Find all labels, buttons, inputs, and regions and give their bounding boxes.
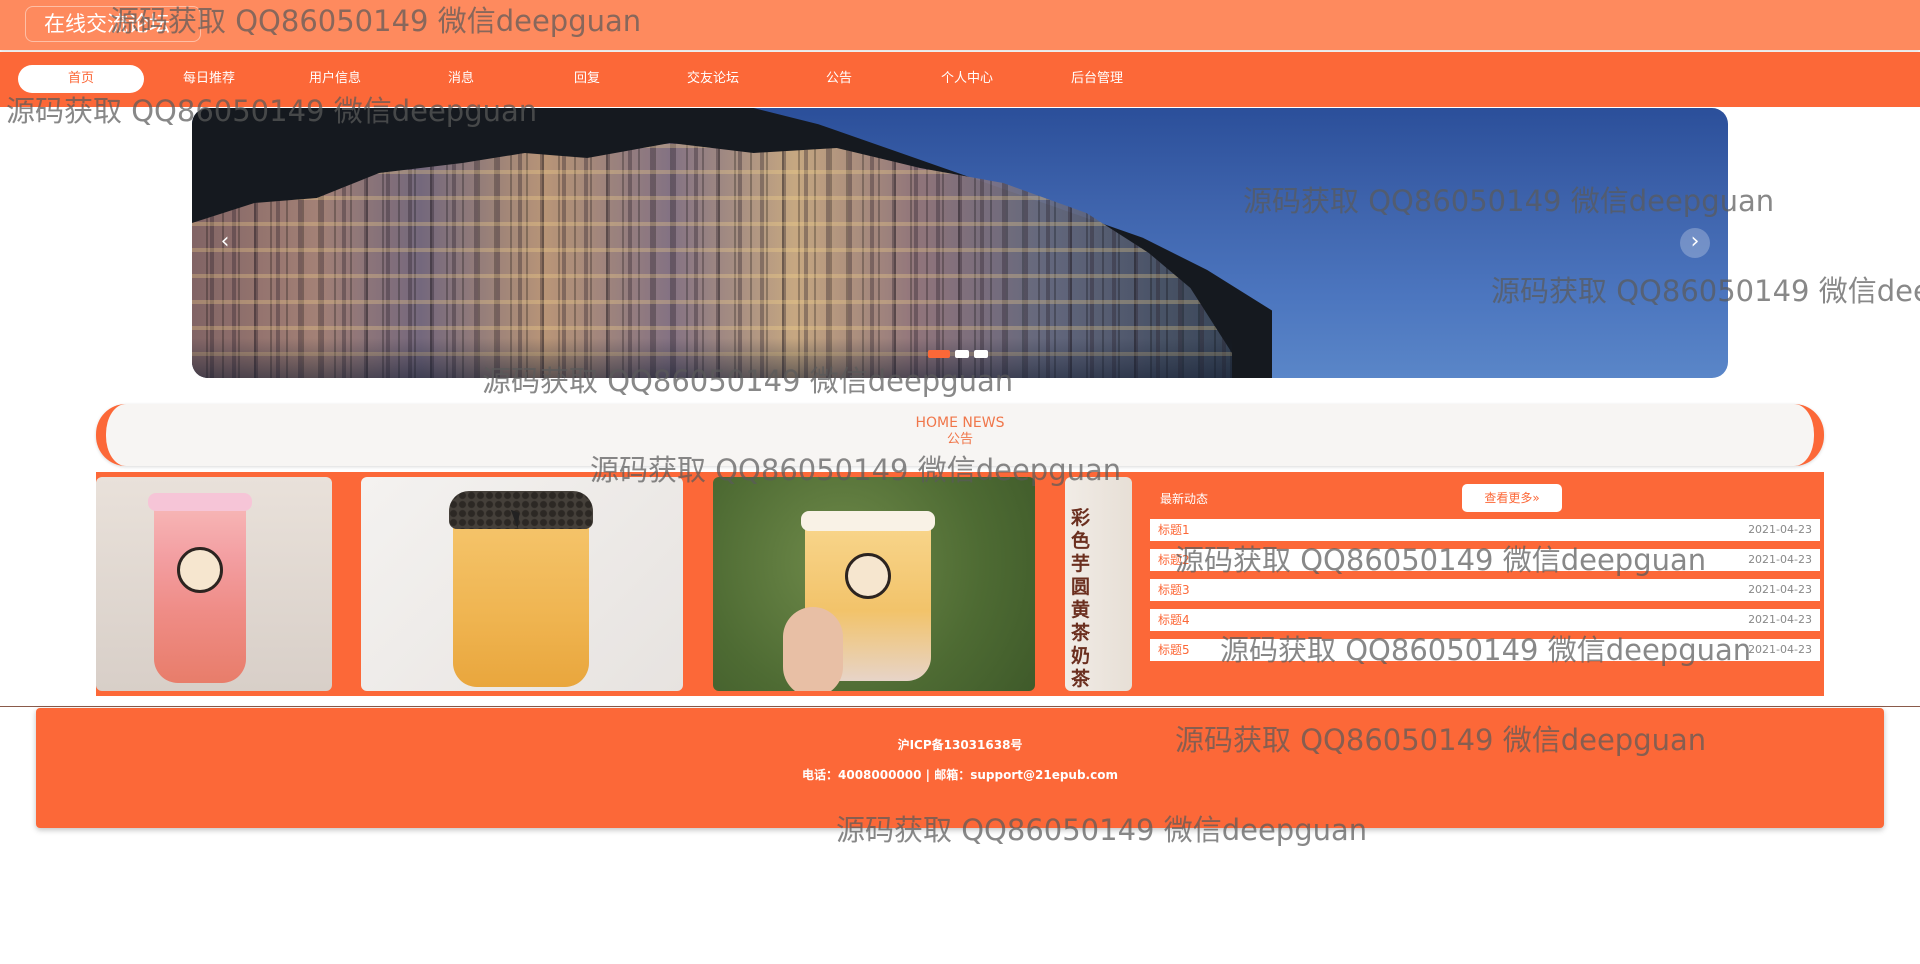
nav-item-personal-center[interactable]: 个人中心 [904,65,1030,93]
footer-icp: 沪ICP备13031638号 [897,738,1023,752]
main-nav: 首页 每日推荐 用户信息 消息 回复 交友论坛 公告 个人中心 后台管理 [0,52,1920,107]
news-item-date: 2021-04-23 [1748,613,1812,626]
product-image-3[interactable] [713,477,1035,691]
divider [0,706,1920,707]
news-item-title: 标题3 [1158,583,1190,597]
footer: 沪ICP备13031638号 电话：4008000000 | 邮箱：suppor… [36,708,1884,828]
carousel-indicators [928,350,993,358]
nav-item-announcements[interactable]: 公告 [776,65,902,93]
drink-cup-image [148,493,252,683]
product-image-2[interactable] [361,477,683,691]
nav-item-forum[interactable]: 交友论坛 [650,65,776,93]
view-more-button[interactable]: 查看更多» [1462,484,1562,512]
carousel-dot-2[interactable] [955,350,969,358]
news-item[interactable]: 标题1 2021-04-23 [1150,519,1820,541]
content-area: 彩色芋圆黄茶奶茶 最新动态 查看更多» 标题1 2021-04-23 标题2 2… [96,472,1824,696]
news-item-date: 2021-04-23 [1748,643,1812,656]
product-image-1[interactable] [96,477,332,691]
news-item-title: 标题1 [1158,523,1190,537]
nav-item-messages[interactable]: 消息 [398,65,524,93]
news-item-date: 2021-04-23 [1748,523,1812,536]
brand-logo-icon [177,547,223,593]
nav-item-home[interactable]: 首页 [18,65,144,93]
nav-item-admin[interactable]: 后台管理 [1034,65,1160,93]
news-title: 最新动态 [1160,492,1209,506]
news-item[interactable]: 标题3 2021-04-23 [1150,579,1820,601]
product-vertical-title: 彩色芋圆黄茶奶茶 [1071,507,1091,690]
site-title[interactable]: 在线交流论坛 [25,6,201,42]
news-item-title: 标题5 [1158,643,1190,657]
carousel-dot-3[interactable] [974,350,988,358]
brand-logo-icon [845,553,891,599]
section-title-en: HOME NEWS [915,415,1005,431]
nav-item-user-info[interactable]: 用户信息 [272,65,398,93]
carousel-dot-1[interactable] [928,350,950,358]
news-item-date: 2021-04-23 [1748,553,1812,566]
section-title-cn[interactable]: 公告 [106,431,1814,449]
news-item-date: 2021-04-23 [1748,583,1812,596]
section-header: HOME NEWS 公告 [96,404,1824,466]
product-image-4[interactable]: 彩色芋圆黄茶奶茶 [1065,477,1132,691]
nav-item-replies[interactable]: 回复 [524,65,650,93]
drink-cup-image [449,491,593,687]
news-item[interactable]: 标题2 2021-04-23 [1150,549,1820,571]
news-item-title: 标题2 [1158,553,1190,567]
news-item[interactable]: 标题5 2021-04-23 [1150,639,1820,661]
footer-contact: 电话：4008000000 | 邮箱：support@21epub.com [802,768,1118,782]
banner-carousel[interactable]: ‹ › [192,108,1728,378]
chevron-left-icon[interactable]: ‹ [210,228,240,258]
chevron-right-icon[interactable]: › [1680,228,1710,258]
hand-image [783,607,843,691]
news-panel: 最新动态 查看更多» 标题1 2021-04-23 标题2 2021-04-23… [1140,472,1824,696]
news-item-title: 标题4 [1158,613,1190,627]
news-item[interactable]: 标题4 2021-04-23 [1150,609,1820,631]
top-header: 在线交流论坛 [0,0,1920,50]
nav-item-daily-recommend[interactable]: 每日推荐 [146,65,272,93]
banner-image-shadow [192,338,1232,378]
